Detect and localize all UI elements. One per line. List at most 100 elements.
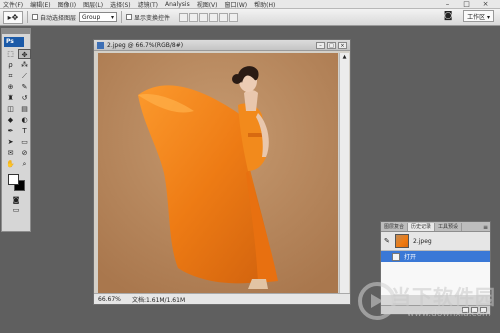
show-transform-label: 显示变换控件 — [134, 14, 171, 22]
foreground-color-swatch[interactable] — [8, 174, 19, 185]
document-window: 2.jpeg @ 66.7%(RGB/8#) – □ × ▲ 66.67% 文档… — [93, 39, 351, 305]
crop-tool-icon[interactable]: ⌗ — [4, 71, 17, 81]
history-state-open[interactable]: 打开 — [381, 251, 490, 262]
chevron-down-icon: ▾ — [111, 13, 115, 21]
menu-file[interactable]: 文件(F) — [3, 0, 23, 9]
snapshot-thumbnail — [395, 234, 409, 248]
image-canvas[interactable] — [98, 53, 338, 293]
menu-bar: 文件(F) 编辑(E) 图像(I) 图层(L) 选择(S) 滤镜(T) Anal… — [0, 0, 500, 9]
brush-tool-icon[interactable]: ✎ — [18, 82, 31, 92]
snapshot-label: 2.jpeg — [413, 237, 432, 245]
magic-wand-tool-icon[interactable]: ⁂ — [18, 60, 31, 70]
panel-menu-icon[interactable]: ≡ — [483, 224, 490, 231]
align-right-icon[interactable] — [229, 12, 239, 22]
zoom-level[interactable]: 66.67% — [98, 296, 126, 303]
eraser-tool-icon[interactable]: ◫ — [4, 104, 17, 114]
align-left-icon[interactable] — [209, 12, 219, 22]
gradient-tool-icon[interactable]: ▤ — [18, 104, 31, 114]
restore-button[interactable]: □ — [461, 0, 472, 8]
zoom-tool-icon[interactable]: ⌕ — [18, 159, 31, 169]
align-top-icon[interactable] — [179, 12, 189, 22]
document-size-info[interactable]: 文档:1.61M/1.61M — [132, 295, 185, 304]
tab-history[interactable]: 历史记录 — [408, 223, 436, 231]
blur-tool-icon[interactable]: ◆ — [4, 115, 17, 125]
history-state-list: 打开 — [381, 251, 490, 295]
menu-layer[interactable]: 图层(L) — [83, 0, 103, 9]
document-icon — [97, 41, 104, 49]
document-state-icon — [392, 252, 400, 261]
marquee-tool-icon[interactable]: ⬚ — [4, 49, 17, 59]
menu-image[interactable]: 图像(I) — [58, 0, 76, 9]
move-tool-icon[interactable]: ✥ — [18, 49, 31, 59]
doc-close-button[interactable]: × — [338, 42, 347, 49]
color-swatches — [2, 172, 30, 194]
doc-maximize-button[interactable]: □ — [327, 42, 336, 49]
history-state-label: 打开 — [404, 254, 417, 261]
align-hcenter-icon[interactable] — [219, 12, 229, 22]
tab-layer-comps[interactable]: 图层复合 — [381, 223, 409, 231]
photo — [98, 53, 338, 293]
panel-footer — [381, 305, 490, 314]
new-document-from-state-icon[interactable] — [462, 307, 469, 313]
document-title: 2.jpeg @ 66.7%(RGB/8#) — [107, 41, 184, 49]
options-bar: ▸✥ 自动选择图层 Group ▾ 显示变换控件 ◙ 工作区 ▾ — [0, 9, 500, 26]
menu-analysis[interactable]: Analysis — [165, 1, 190, 8]
eyedropper-tool-icon[interactable]: ⊘ — [18, 148, 31, 158]
dress-sash — [248, 133, 262, 137]
menu-filter[interactable]: 滤镜(T) — [138, 0, 158, 9]
menu-window[interactable]: 窗口(W) — [225, 0, 248, 9]
figure-neck — [244, 90, 258, 111]
auto-select-dropdown[interactable]: Group ▾ — [79, 12, 118, 22]
quick-mask-icon[interactable]: ◙ — [2, 196, 30, 204]
doc-minimize-button[interactable]: – — [316, 42, 325, 49]
tab-tool-presets[interactable]: 工具预设 — [435, 223, 463, 231]
document-title-bar[interactable]: 2.jpeg @ 66.7%(RGB/8#) – □ × — [94, 40, 350, 51]
ps-logo: Ps — [4, 37, 24, 47]
auto-select-checkbox[interactable] — [32, 14, 38, 20]
trash-icon[interactable] — [480, 307, 487, 313]
workspace-button[interactable]: 工作区 ▾ — [463, 10, 494, 22]
align-bottom-icon[interactable] — [199, 12, 209, 22]
hair-bun — [232, 74, 242, 84]
minimize-button[interactable]: – — [442, 0, 453, 8]
dodge-tool-icon[interactable]: ◐ — [18, 115, 31, 125]
workspace-area: ◙ 工作区 ▾ — [441, 10, 494, 22]
menu-help[interactable]: 帮助(H) — [254, 0, 275, 9]
document-status-bar: 66.67% 文档:1.61M/1.61M — [94, 293, 350, 304]
align-buttons — [179, 12, 239, 22]
history-snapshot[interactable]: ✎ 2.jpeg — [381, 232, 490, 251]
close-button[interactable]: × — [480, 0, 491, 8]
clone-stamp-tool-icon[interactable]: ♜ — [4, 93, 17, 103]
slice-tool-icon[interactable]: ⟋ — [18, 71, 31, 81]
menu-view[interactable]: 视图(V) — [197, 0, 218, 9]
separator — [121, 11, 123, 23]
show-transform-checkbox[interactable] — [126, 14, 133, 20]
tool-grid: ⬚ ✥ ρ ⁂ ⌗ ⟋ ⊕ ✎ ♜ ↺ ◫ ▤ ◆ ◐ ✒ T ➤ ▭ ✉ ⊘ ✋ ⌕ — [2, 49, 31, 169]
panel-tabs: 图层复合 历史记录 工具预设 ≡ — [381, 222, 490, 232]
path-select-tool-icon[interactable]: ➤ — [4, 137, 17, 147]
toolbox-grip[interactable] — [2, 29, 30, 34]
menu-edit[interactable]: 编辑(E) — [30, 0, 50, 9]
screen-mode-icon[interactable]: ▭ — [2, 206, 30, 214]
auto-select-value: Group — [82, 13, 101, 21]
menu-select[interactable]: 选择(S) — [110, 0, 131, 9]
tool-preset-picker[interactable]: ▸✥ — [3, 10, 23, 24]
history-brush-source-icon[interactable]: ✎ — [384, 237, 392, 245]
auto-select-label: 自动选择图层 — [40, 14, 77, 22]
window-controls: – □ × — [441, 0, 498, 8]
healing-brush-tool-icon[interactable]: ⊕ — [4, 82, 17, 92]
type-tool-icon[interactable]: T — [18, 126, 31, 136]
history-brush-tool-icon[interactable]: ↺ — [18, 93, 31, 103]
vertical-scrollbar[interactable]: ▲ — [339, 53, 349, 293]
shape-tool-icon[interactable]: ▭ — [18, 137, 31, 147]
new-snapshot-icon[interactable] — [471, 307, 478, 313]
align-vcenter-icon[interactable] — [189, 12, 199, 22]
lasso-tool-icon[interactable]: ρ — [4, 60, 17, 70]
hand-tool-icon[interactable]: ✋ — [4, 159, 17, 169]
history-panel: 图层复合 历史记录 工具预设 ≡ ✎ 2.jpeg 打开 — [380, 221, 491, 315]
camera-icon[interactable]: ◙ — [441, 11, 455, 22]
pen-tool-icon[interactable]: ✒ — [4, 126, 17, 136]
scroll-up-icon[interactable]: ▲ — [340, 53, 349, 62]
notes-tool-icon[interactable]: ✉ — [4, 148, 17, 158]
toolbox: Ps ⬚ ✥ ρ ⁂ ⌗ ⟋ ⊕ ✎ ♜ ↺ ◫ ▤ ◆ ◐ ✒ T ➤ ▭ ✉ ⊘ ✋ ⌕ ◙ ▭ — [1, 28, 31, 232]
